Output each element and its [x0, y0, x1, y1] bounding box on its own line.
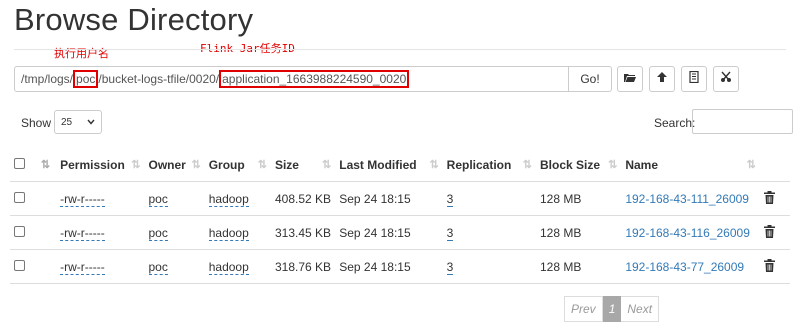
file-table: ⇅ Permission ⇅ Owner ⇅ Group ⇅ Size ⇅ Last M… — [10, 148, 790, 284]
sort-icon: ⇅ — [257, 159, 267, 171]
owner-link[interactable]: poc — [148, 225, 168, 241]
path-input[interactable]: /tmp/logs/poc/bucket-logs-tfile/0020/app… — [15, 67, 569, 91]
page-size-select[interactable]: 25 — [54, 110, 102, 134]
sort-icon: ⇅ — [191, 159, 201, 171]
replication-link[interactable]: 3 — [446, 259, 454, 275]
view-button[interactable] — [681, 66, 707, 92]
group-link[interactable]: hadoop — [208, 259, 249, 275]
modified-cell: Sep 24 18:15 — [335, 249, 443, 284]
size-cell: 408.52 KB — [270, 181, 336, 216]
go-button[interactable]: Go! — [569, 67, 611, 91]
path-prefix: /tmp/logs/ — [21, 72, 74, 86]
row-checkbox[interactable] — [14, 259, 25, 271]
replication-link[interactable]: 3 — [446, 191, 454, 207]
file-name-link[interactable]: 192-168-43-111_26009 — [625, 192, 749, 206]
row-checkbox[interactable] — [14, 225, 25, 237]
upload-icon — [656, 70, 668, 88]
table-row: -rw-r----- poc hadoop 318.76 KB Sep 24 1… — [10, 249, 790, 284]
size-cell: 318.76 KB — [270, 249, 336, 284]
create-directory-button[interactable] — [617, 66, 643, 92]
search-input[interactable] — [692, 109, 793, 134]
block-size-cell: 128 MB — [536, 249, 622, 284]
sort-icon: ⇅ — [131, 159, 141, 171]
upload-button[interactable] — [649, 66, 675, 92]
col-size[interactable]: Size ⇅ — [270, 148, 336, 182]
trash-icon[interactable] — [763, 258, 775, 275]
folder-open-icon — [624, 70, 636, 88]
select-all-header[interactable]: ⇅ — [10, 148, 50, 182]
cut-button[interactable] — [713, 66, 739, 92]
sort-icon: ⇅ — [608, 159, 618, 171]
permission-link[interactable]: -rw-r----- — [60, 225, 105, 241]
size-cell: 313.45 KB — [270, 215, 336, 250]
page-title: Browse Directory — [14, 2, 254, 37]
toolbar — [617, 66, 739, 92]
annotation-user: 执行用户名 — [54, 47, 109, 60]
sort-icon: ⇅ — [322, 159, 332, 171]
path-middle: /bucket-logs-tfile/0020/ — [98, 72, 220, 86]
owner-link[interactable]: poc — [148, 191, 168, 207]
path-user-highlight: poc — [73, 70, 99, 88]
col-permission[interactable]: Permission ⇅ — [40, 148, 145, 182]
trash-icon[interactable] — [763, 224, 775, 241]
show-label: Show — [21, 116, 52, 130]
sort-icon: ⇅ — [429, 159, 439, 171]
prev-page-button[interactable]: Prev — [564, 296, 603, 322]
sort-icon: ⇅ — [746, 159, 756, 171]
group-link[interactable]: hadoop — [208, 191, 249, 207]
col-actions — [759, 148, 790, 182]
page-size-value: 25 — [61, 116, 73, 128]
col-owner[interactable]: Owner ⇅ — [144, 148, 205, 182]
block-size-cell: 128 MB — [536, 215, 622, 250]
trash-icon[interactable] — [763, 190, 775, 207]
chevron-down-icon — [87, 117, 95, 128]
replication-link[interactable]: 3 — [446, 225, 454, 241]
cut-icon — [720, 70, 732, 88]
col-name[interactable]: Name ⇅ — [621, 148, 760, 182]
table-row: -rw-r----- poc hadoop 408.52 KB Sep 24 1… — [10, 181, 790, 216]
table-row: -rw-r----- poc hadoop 313.45 KB Sep 24 1… — [10, 215, 790, 250]
list-icon — [688, 70, 700, 88]
file-name-link[interactable]: 192-168-43-116_26009 — [625, 226, 750, 240]
col-block-size[interactable]: Block Size ⇅ — [536, 148, 622, 182]
permission-link[interactable]: -rw-r----- — [60, 259, 105, 275]
col-group[interactable]: Group ⇅ — [204, 148, 271, 182]
next-page-button[interactable]: Next — [621, 296, 660, 322]
file-name-link[interactable]: 192-168-43-77_26009 — [625, 260, 744, 274]
divider — [14, 49, 786, 50]
current-page-button[interactable]: 1 — [602, 296, 622, 322]
annotation-jobid: Flink Jar任务ID — [200, 42, 295, 55]
permission-link[interactable]: -rw-r----- — [60, 191, 105, 207]
col-replication[interactable]: Replication ⇅ — [442, 148, 536, 182]
row-checkbox[interactable] — [14, 191, 25, 203]
owner-link[interactable]: poc — [148, 259, 168, 275]
sort-icon: ⇅ — [522, 159, 532, 171]
col-last-modified[interactable]: Last Modified ⇅ — [335, 148, 443, 182]
search-label: Search: — [654, 116, 696, 130]
modified-cell: Sep 24 18:15 — [335, 181, 443, 216]
modified-cell: Sep 24 18:15 — [335, 215, 443, 250]
path-application-highlight: application_1663988224590_0020 — [219, 70, 410, 88]
block-size-cell: 128 MB — [536, 181, 622, 216]
table-header-row: ⇅ Permission ⇅ Owner ⇅ Group ⇅ Size ⇅ Last M… — [10, 148, 790, 182]
group-link[interactable]: hadoop — [208, 225, 249, 241]
pagination: Prev 1 Next — [564, 296, 660, 322]
select-all-checkbox[interactable] — [14, 157, 25, 169]
path-bar: /tmp/logs/poc/bucket-logs-tfile/0020/app… — [14, 66, 612, 92]
